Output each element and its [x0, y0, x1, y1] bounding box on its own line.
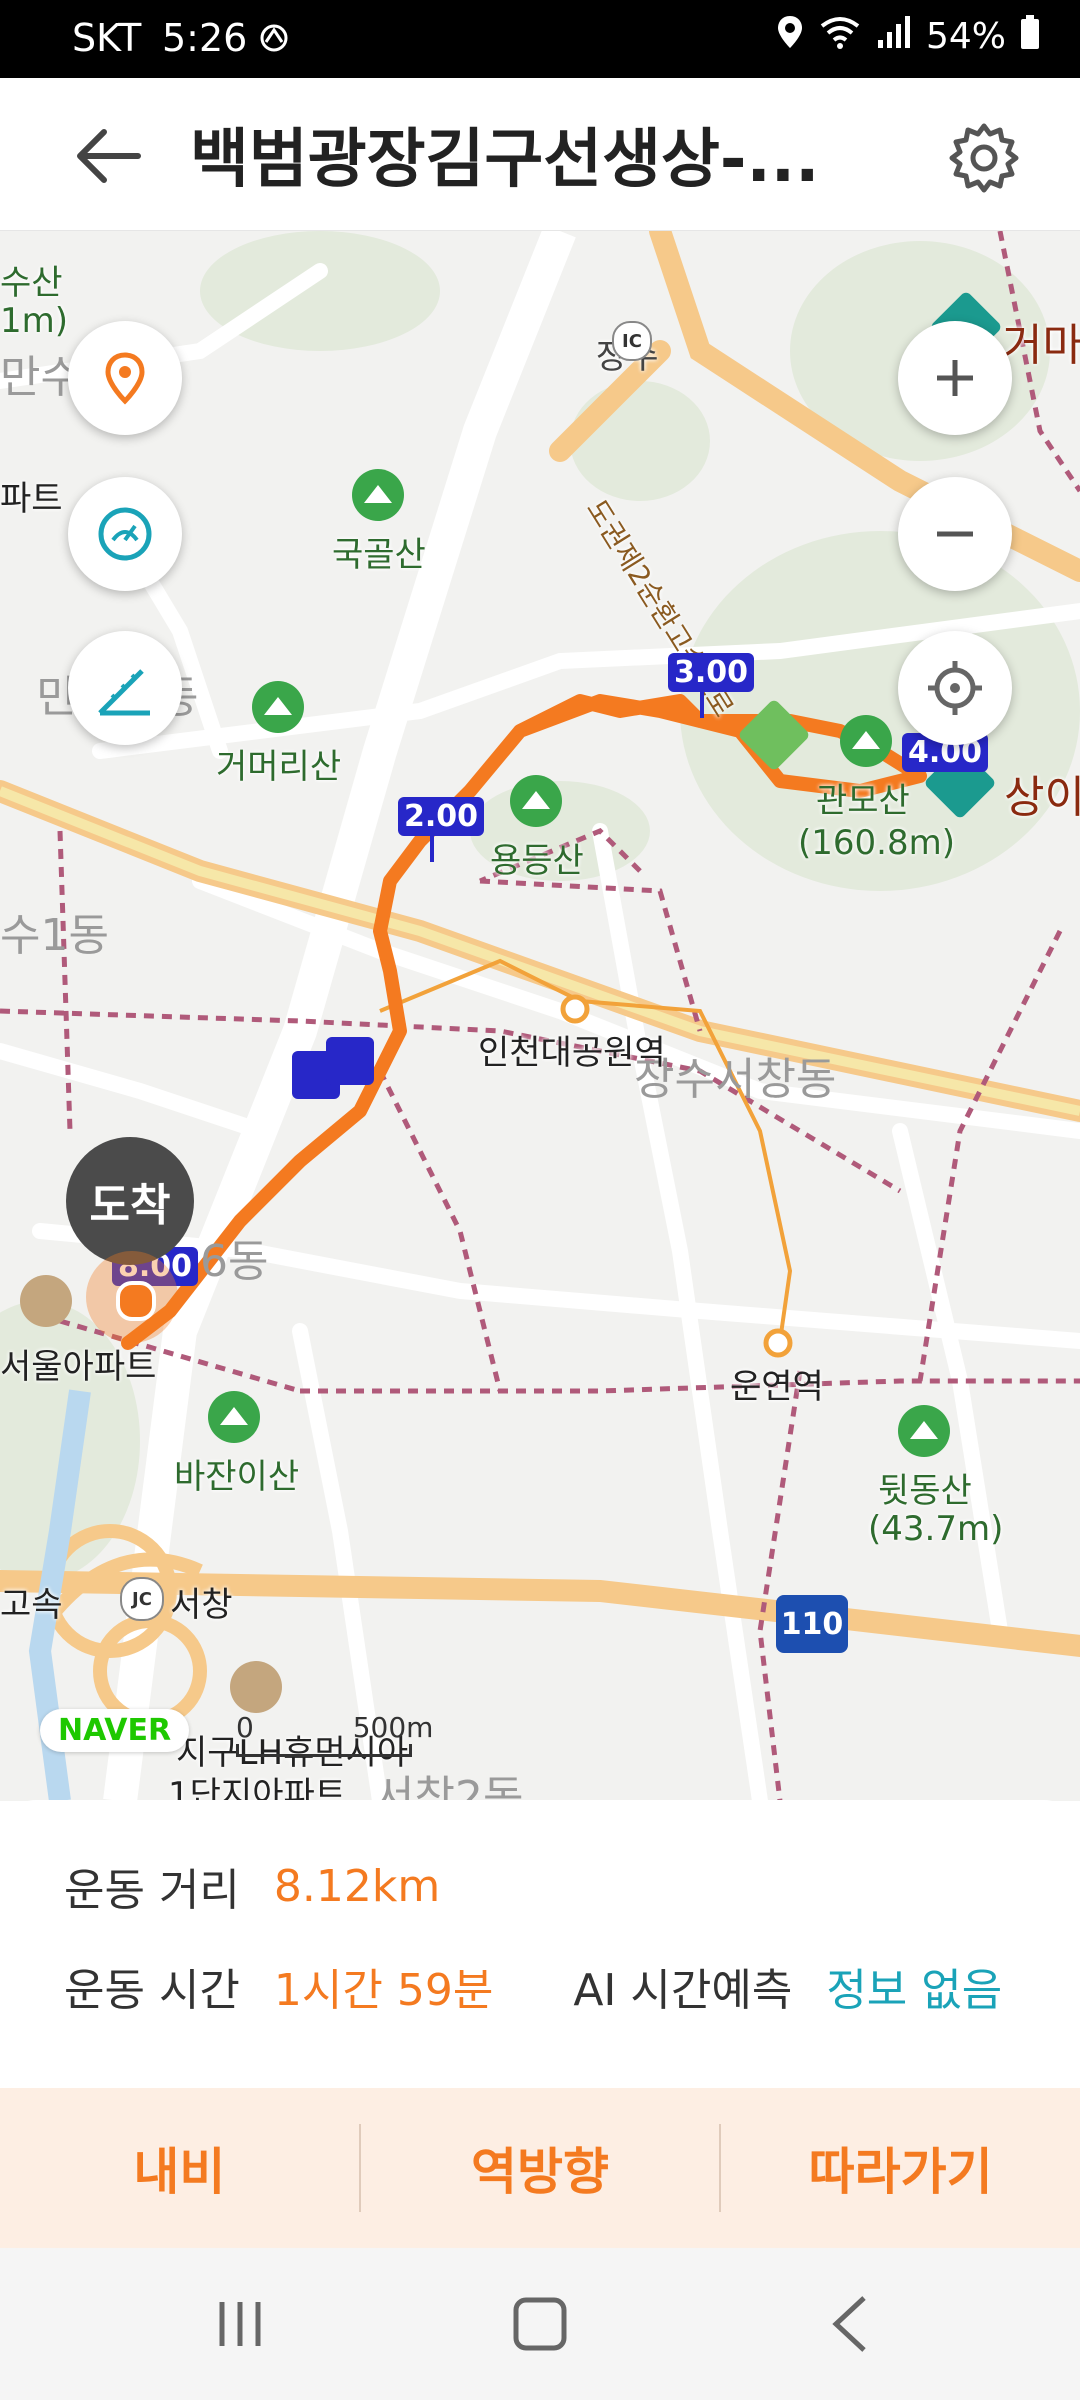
ai-prediction-value: 정보 없음	[826, 1965, 1003, 2016]
gear-icon	[949, 123, 1019, 193]
naver-logo: NAVER	[40, 1709, 190, 1752]
plus-icon	[937, 360, 973, 396]
wifi-icon	[818, 14, 862, 59]
km-marker-label: 2.00	[398, 797, 485, 836]
km-marker-stem	[700, 692, 704, 718]
jc-seochang: 서창	[170, 1585, 233, 1625]
location-pin-button[interactable]	[68, 321, 182, 435]
km-marker-3[interactable]: 3.00	[668, 653, 755, 718]
poi-su-san-height: 1m)	[0, 301, 69, 341]
map-view[interactable]: 장수 IC 국골산 거머리산 용등산 관모산 (160.8m) 인천대공원역 장…	[0, 231, 1080, 1801]
dong-6dong: 6동	[200, 1236, 269, 1287]
chevron-left-icon	[832, 2296, 866, 2352]
recents-button[interactable]	[210, 2294, 270, 2358]
back-button[interactable]	[70, 116, 150, 196]
zoom-out-button[interactable]	[898, 477, 1012, 591]
back-arrow-icon	[77, 129, 141, 183]
recents-icon	[219, 2302, 261, 2346]
dong-su1dong: 수1동	[0, 910, 109, 961]
poi-yongdeungsan: 용등산	[490, 841, 584, 881]
km-marker-2[interactable]: 2.00	[398, 797, 485, 862]
info-panel: 운동 거리 8.12km 운동 시간 1시간 59분 AI 시간예측 정보 없음	[0, 1800, 1080, 2088]
follow-button[interactable]: 따라가기	[721, 2132, 1080, 2204]
location-pin-icon	[105, 352, 145, 405]
home-button[interactable]	[508, 2292, 572, 2360]
speedometer-button[interactable]	[68, 477, 182, 591]
scale-zero: 0	[236, 1711, 254, 1744]
location-icon	[776, 14, 804, 59]
system-nav-bar	[0, 2248, 1080, 2400]
poi-geomeorisan: 거머리산	[216, 747, 342, 787]
time-row: 운동 시간 1시간 59분 AI 시간예측 정보 없음	[64, 1954, 1002, 2018]
signal-icon	[876, 14, 912, 59]
ic-badge: IC	[612, 321, 652, 361]
battery-icon	[1020, 14, 1040, 59]
apt-left: 파트	[0, 479, 63, 519]
my-location-button[interactable]	[898, 631, 1012, 745]
minus-icon	[937, 531, 973, 537]
battery-percent: 54%	[925, 16, 1006, 57]
apt-seoul: 서울아파트	[0, 1347, 157, 1387]
dong-jangsu-seochang: 장수서창동	[634, 1054, 837, 1105]
page-title: 백범광장김구선생상-...	[190, 123, 820, 197]
back-nav-button[interactable]	[820, 2292, 880, 2360]
time-label: 운동 시간	[64, 1965, 240, 2016]
poi-geoma: 거마	[1002, 320, 1080, 371]
map-base	[0, 231, 1080, 1801]
navi-button[interactable]: 내비	[0, 2132, 359, 2204]
poi-gwanmosan: 관모산	[816, 781, 910, 821]
arrive-badge: 도착	[66, 1137, 194, 1265]
route-110-shield: 110	[776, 1595, 848, 1653]
poi-dwitdongsan: 뒷동산	[878, 1471, 972, 1511]
map-scale: 0 500m	[236, 1711, 433, 1757]
status-bar: SKT 5:26 54%	[0, 0, 1080, 78]
highway-gosok: 고속	[0, 1585, 63, 1625]
reverse-button[interactable]: 역방향	[361, 2132, 720, 2204]
ruler-angle-icon	[98, 669, 150, 716]
poi-su-san: 수산	[0, 263, 63, 303]
poi-sangi: 상이	[1004, 772, 1080, 823]
km-marker-label: 3.00	[668, 653, 755, 692]
clock: 5:26	[162, 16, 248, 60]
photo-pin[interactable]	[326, 1037, 374, 1085]
station-unyeon: 운연역	[730, 1367, 824, 1407]
jc-badge: JC	[120, 1577, 164, 1621]
km-marker-stem	[430, 836, 434, 862]
scale-distance: 500m	[352, 1711, 434, 1744]
distance-row: 운동 거리 8.12km	[64, 1854, 440, 1918]
dong-seochang2dong: 서창2동	[374, 1772, 524, 1801]
distance-value: 8.12km	[273, 1860, 441, 1912]
poi-dwitdongsan-height: (43.7m)	[868, 1509, 1004, 1549]
scale-bar	[236, 1744, 412, 1757]
carrier-label: SKT	[72, 16, 142, 60]
current-position-dot	[116, 1281, 156, 1321]
crosshair-icon	[928, 661, 982, 715]
speedometer-icon	[98, 507, 152, 561]
zoom-in-button[interactable]	[898, 321, 1012, 435]
poi-gukgolsan: 국골산	[332, 535, 426, 575]
activity-icon	[256, 20, 292, 60]
measure-button[interactable]	[68, 631, 182, 745]
settings-button[interactable]	[944, 118, 1024, 198]
home-icon	[513, 2297, 567, 2351]
apt-complex: 1단지아파트	[168, 1775, 347, 1801]
time-value: 1시간 59분	[273, 1965, 494, 2016]
ai-prediction-label: AI 시간예측	[573, 1965, 793, 2016]
poi-gwanmosan-height: (160.8m)	[798, 823, 955, 863]
poi-bajanisan: 바잔이산	[174, 1457, 300, 1497]
distance-label: 운동 거리	[64, 1865, 240, 1916]
action-bar: 내비 역방향 따라가기	[0, 2088, 1080, 2248]
app-header: 백범광장김구선생상-...	[0, 78, 1080, 231]
